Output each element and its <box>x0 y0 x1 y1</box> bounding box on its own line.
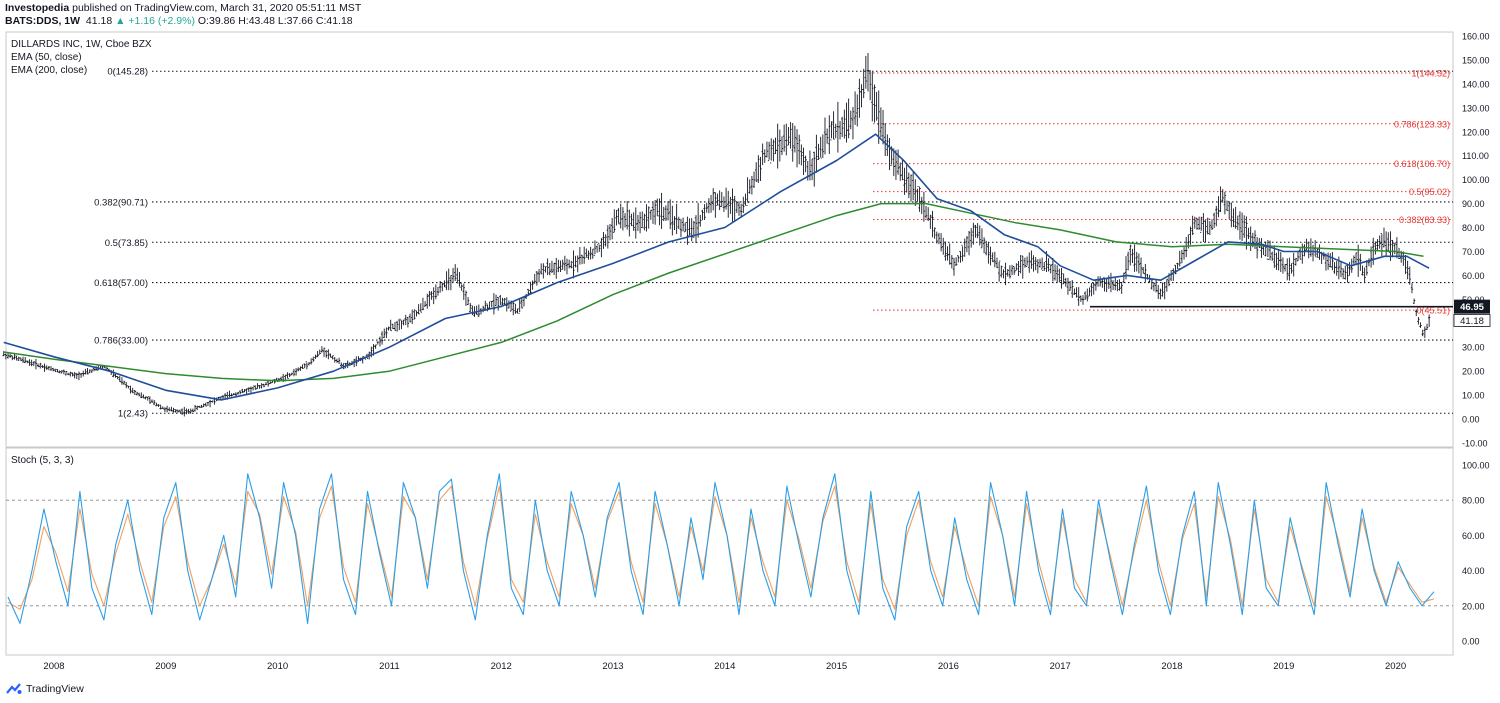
x-tick-label: 2013 <box>602 661 623 672</box>
fib-left-label: 0.618(57.00) <box>94 278 148 289</box>
fib-right-label: 0.786(123.33) <box>1394 119 1450 129</box>
fib-right-label: 1(144.52) <box>1411 69 1450 79</box>
y-tick-label: 20.00 <box>1462 367 1485 377</box>
y-tick-label: 30.00 <box>1462 343 1485 353</box>
tradingview-logo-icon <box>6 683 22 694</box>
stoch-legend: Stoch (5, 3, 3) <box>11 455 74 466</box>
x-tick-label: 2011 <box>379 661 399 672</box>
stoch-y-tick-label: 100.00 <box>1462 461 1490 471</box>
last-price-tag-label: 41.18 <box>1460 316 1484 327</box>
y-tick-label: 0.00 <box>1462 415 1480 425</box>
ema50-legend: EMA (50, close) <box>11 52 82 63</box>
chart-title-legend: DILLARDS INC, 1W, Cboe BZX <box>11 39 152 50</box>
price-chart[interactable]: 160.00 150.00 140.00 130.00 120.00 110.00 100.… <box>0 0 1500 680</box>
y-tick-label: 80.00 <box>1462 223 1485 233</box>
y-tick-label: 60.00 <box>1462 271 1485 281</box>
fib-left-label: 0.786(33.00) <box>94 336 148 347</box>
ema200-legend: EMA (200, close) <box>11 65 88 76</box>
x-tick-label: 2018 <box>1161 661 1182 672</box>
stoch-y-tick-label: 60.00 <box>1462 531 1485 541</box>
fib-left-label: 1(2.43) <box>118 409 148 420</box>
fib-left-label: 0(145.28) <box>107 67 148 78</box>
y-tick-label: 150.00 <box>1462 55 1490 65</box>
y-tick-label: 10.00 <box>1462 391 1485 401</box>
y-tick-label: 100.00 <box>1462 175 1490 185</box>
x-tick-label: 2015 <box>826 661 847 672</box>
x-tick-label: 2010 <box>267 661 288 672</box>
stoch-y-tick-label: 40.00 <box>1462 566 1485 576</box>
fib-left-label: 0.382(90.71) <box>94 197 148 208</box>
y-tick-label: 70.00 <box>1462 247 1485 257</box>
stoch-y-tick-label: 20.00 <box>1462 601 1485 611</box>
y-tick-label: 160.00 <box>1462 32 1490 42</box>
stoch-d-line <box>7 485 1435 610</box>
x-tick-label: 2020 <box>1385 661 1406 672</box>
x-tick-label: 2014 <box>714 661 735 672</box>
y-tick-label: 90.00 <box>1462 199 1485 209</box>
x-tick-label: 2008 <box>43 661 64 672</box>
y-tick-label: 110.00 <box>1462 151 1489 161</box>
tradingview-brand[interactable]: TradingView <box>6 683 84 695</box>
x-tick-label: 2017 <box>1050 661 1071 672</box>
x-tick-label: 2012 <box>491 661 512 672</box>
x-tick-label: 2009 <box>155 661 176 672</box>
y-tick-label: 140.00 <box>1462 79 1490 89</box>
y-tick-label: -10.00 <box>1462 439 1488 449</box>
fib-right-label: 0.618(106.70) <box>1394 159 1450 169</box>
y-tick-label: 130.00 <box>1462 103 1490 113</box>
support-price-tag-label: 46.95 <box>1460 302 1484 313</box>
ema50-line <box>3 133 1430 401</box>
stoch-y-tick-label: 0.00 <box>1462 637 1480 647</box>
x-tick-label: 2016 <box>938 661 959 672</box>
y-tick-label: 120.00 <box>1462 127 1490 137</box>
fib-right-label: 0.5(95.02) <box>1409 187 1450 197</box>
fib-right-label: 0.382(83.33) <box>1399 215 1450 225</box>
stoch-y-tick-label: 80.00 <box>1462 496 1485 506</box>
fib-left-label: 0.5(73.85) <box>105 238 148 249</box>
x-tick-label: 2019 <box>1273 661 1294 672</box>
tradingview-label: TradingView <box>26 683 84 695</box>
main-pane-frame <box>5 31 1454 448</box>
